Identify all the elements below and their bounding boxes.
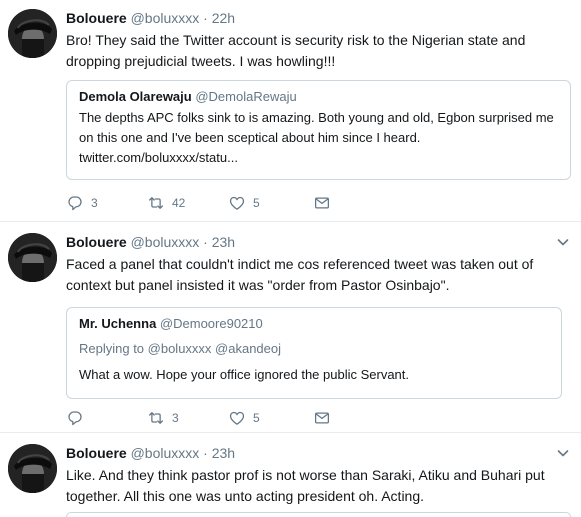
heart-icon <box>228 194 246 212</box>
direct-message-button[interactable] <box>313 194 394 212</box>
envelope-icon <box>313 409 331 427</box>
like-count: 5 <box>253 411 260 425</box>
quote-user-name: Mr. Uchenna <box>79 316 157 331</box>
user-name[interactable]: Bolouere <box>66 10 127 26</box>
retweet-button[interactable]: 42 <box>147 194 228 212</box>
reply-icon <box>66 409 84 427</box>
retweet-icon <box>147 194 165 212</box>
user-name[interactable]: Bolouere <box>66 445 127 461</box>
tweet[interactable]: Bolouere @boluxxxx · 23h Like. And they … <box>0 433 581 517</box>
user-name[interactable]: Bolouere <box>66 234 127 250</box>
tweet-text: Like. And they think pastor prof is not … <box>66 467 545 504</box>
tweet-actions: 3 5 <box>66 409 394 427</box>
tweet-actions: 3 42 5 <box>66 194 394 212</box>
quote-user-name: Demola Olarewaju <box>79 89 192 104</box>
quote-text: What a wow. Hope your office ignored the… <box>79 367 410 382</box>
tweet[interactable]: Bolouere @boluxxxx · 23h Faced a panel t… <box>0 222 581 433</box>
like-button[interactable]: 5 <box>228 194 313 212</box>
separator: · <box>203 10 208 26</box>
user-handle[interactable]: @boluxxxx <box>131 445 200 461</box>
tweet-text: Bro! They said the Twitter account is se… <box>66 32 526 69</box>
tweet-body: Bolouere @boluxxxx · 22h Bro! They said … <box>66 9 571 72</box>
timestamp[interactable]: 23h <box>212 234 235 250</box>
retweet-button[interactable]: 3 <box>147 409 228 427</box>
avatar[interactable] <box>8 9 57 58</box>
heart-icon <box>228 409 246 427</box>
like-count: 5 <box>253 196 260 210</box>
user-handle[interactable]: @boluxxxx <box>131 10 200 26</box>
retweet-icon <box>147 409 165 427</box>
quoted-tweet[interactable]: Mr. Uchenna @Demoore90210 Replying to @b… <box>66 307 562 399</box>
quoted-tweet[interactable] <box>66 512 571 517</box>
reply-button[interactable] <box>66 409 147 427</box>
timestamp[interactable]: 22h <box>212 10 235 26</box>
quoted-tweet[interactable]: Demola Olarewaju @DemolaRewaju The depth… <box>66 80 571 180</box>
tweet-body: Bolouere @boluxxxx · 23h Like. And they … <box>66 444 571 507</box>
avatar[interactable] <box>8 233 57 282</box>
direct-message-button[interactable] <box>313 409 394 427</box>
user-handle[interactable]: @boluxxxx <box>131 234 200 250</box>
tweet-header: Bolouere @boluxxxx · 23h <box>66 444 571 462</box>
quote-header: Demola Olarewaju @DemolaRewaju <box>79 88 558 106</box>
timestamp[interactable]: 23h <box>212 445 235 461</box>
like-button[interactable]: 5 <box>228 409 313 427</box>
tweet-text: Faced a panel that couldn't indict me co… <box>66 256 534 293</box>
quote-header: Mr. Uchenna @Demoore90210 <box>79 315 549 333</box>
tweet-header: Bolouere @boluxxxx · 23h <box>66 233 571 251</box>
quote-replying-to: Replying to @boluxxxx @akandeoj <box>79 341 282 356</box>
separator: · <box>203 234 208 250</box>
tweet-header: Bolouere @boluxxxx · 22h <box>66 9 571 27</box>
tweet-body: Bolouere @boluxxxx · 23h Faced a panel t… <box>66 233 571 296</box>
envelope-icon <box>313 194 331 212</box>
reply-count: 3 <box>91 196 98 210</box>
tweet[interactable]: Bolouere @boluxxxx · 22h Bro! They said … <box>0 0 581 222</box>
reply-button[interactable]: 3 <box>66 194 147 212</box>
quote-user-handle: @Demoore90210 <box>159 316 263 331</box>
quote-text: The depths APC folks sink to is amazing.… <box>79 110 554 165</box>
quote-user-handle: @DemolaRewaju <box>195 89 297 104</box>
avatar[interactable] <box>8 444 57 493</box>
retweet-count: 3 <box>172 411 179 425</box>
retweet-count: 42 <box>172 196 186 210</box>
separator: · <box>203 445 208 461</box>
reply-icon <box>66 194 84 212</box>
